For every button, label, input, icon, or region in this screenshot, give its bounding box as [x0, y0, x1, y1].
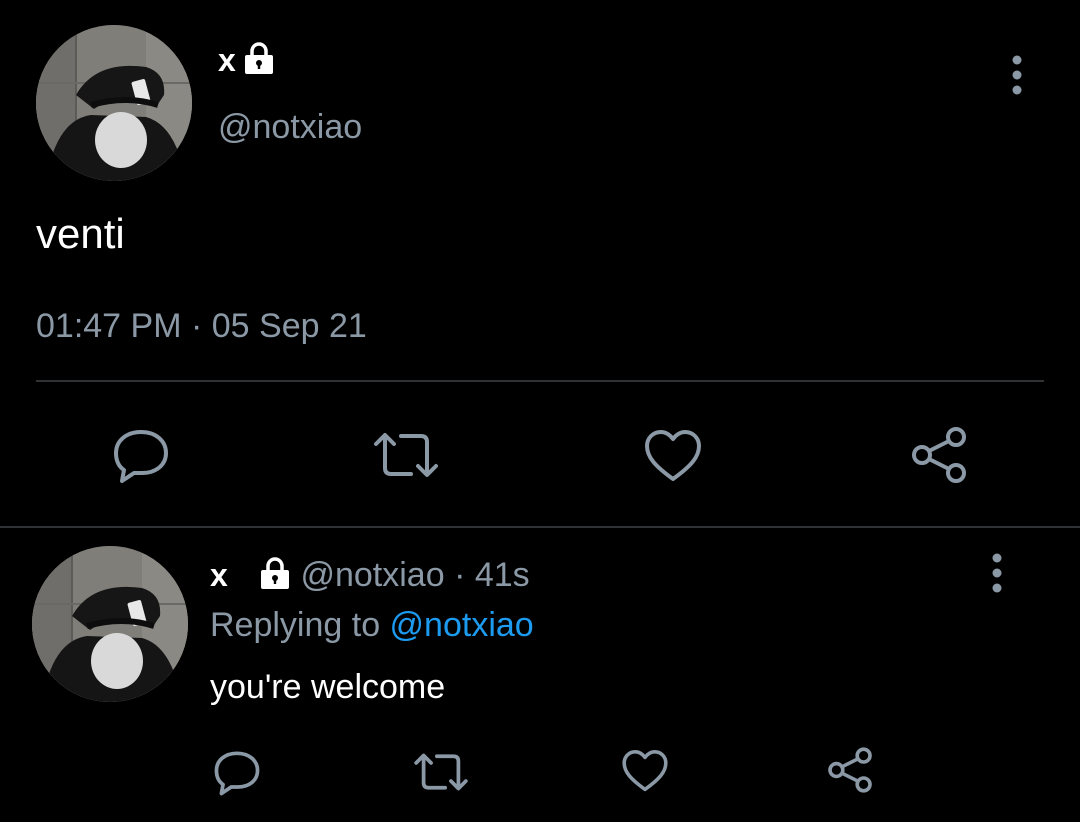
tweet-date: 05 Sep 21: [211, 307, 367, 345]
reply-avatar-image: [32, 546, 188, 702]
reply-icon[interactable]: [112, 428, 170, 484]
author-display-name[interactable]: x: [218, 40, 236, 80]
lock-icon: [244, 41, 274, 80]
tweet-timestamp[interactable]: 01:47 PM · 05 Sep 21: [36, 304, 367, 348]
avatar-image: [36, 25, 192, 181]
reply-age[interactable]: 41s: [475, 552, 530, 598]
reply-avatar[interactable]: [32, 546, 188, 702]
meta-separator: ·: [181, 307, 212, 345]
heart-icon[interactable]: [621, 749, 669, 793]
retweet-icon[interactable]: [412, 751, 470, 793]
reply-separator: ·: [444, 556, 475, 594]
tweet-text: venti: [36, 210, 125, 257]
avatar[interactable]: [36, 25, 192, 181]
tweet-time: 01:47 PM: [36, 307, 182, 345]
more-vertical-icon[interactable]: [1007, 54, 1027, 98]
share-icon[interactable]: [825, 746, 875, 794]
reply-text: you're welcome: [210, 668, 446, 706]
author-name-row: x: [218, 40, 274, 80]
heart-icon[interactable]: [643, 429, 703, 483]
tweet-detail-page: x @notxiao venti 01:47 PM · 05 Sep 21 x …: [0, 0, 1080, 822]
tweet-separator: [0, 526, 1080, 528]
share-icon[interactable]: [908, 425, 970, 485]
divider: [36, 380, 1044, 382]
reply-header: x @notxiao · 41s: [210, 552, 530, 598]
more-vertical-icon[interactable]: [987, 552, 1007, 596]
author-handle[interactable]: @notxiao: [218, 105, 362, 149]
retweet-icon[interactable]: [371, 430, 441, 480]
replying-to-row: Replying to @notxiao: [210, 602, 534, 648]
reply-handle[interactable]: @notxiao: [300, 552, 444, 598]
replying-to-label: Replying to: [210, 606, 390, 644]
reply-icon[interactable]: [213, 750, 261, 796]
replying-to-link[interactable]: @notxiao: [390, 602, 534, 648]
reply-display-name[interactable]: x: [210, 552, 228, 598]
